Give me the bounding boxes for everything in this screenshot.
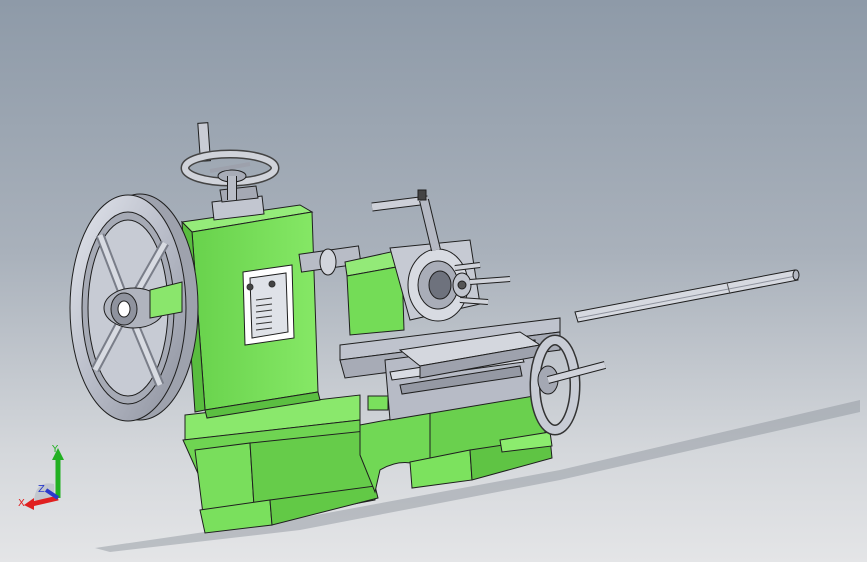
x-axis-arrow [24, 498, 34, 510]
orientation-triad: Y X Z [18, 444, 64, 510]
headstock-column[interactable] [180, 185, 321, 419]
y-axis-label: Y [51, 444, 59, 455]
z-axis-label: Z [38, 484, 45, 495]
x-axis-label: X [18, 498, 25, 509]
graphics-viewport[interactable]: Y X Z [0, 0, 867, 562]
spindle-chuck[interactable] [298, 189, 511, 336]
pulley-wheel[interactable] [69, 193, 199, 422]
lead-rod[interactable] [574, 269, 800, 323]
lathe-model[interactable] [0, 0, 867, 562]
carriage-handwheel[interactable] [529, 334, 607, 436]
top-handwheel[interactable] [180, 122, 280, 200]
